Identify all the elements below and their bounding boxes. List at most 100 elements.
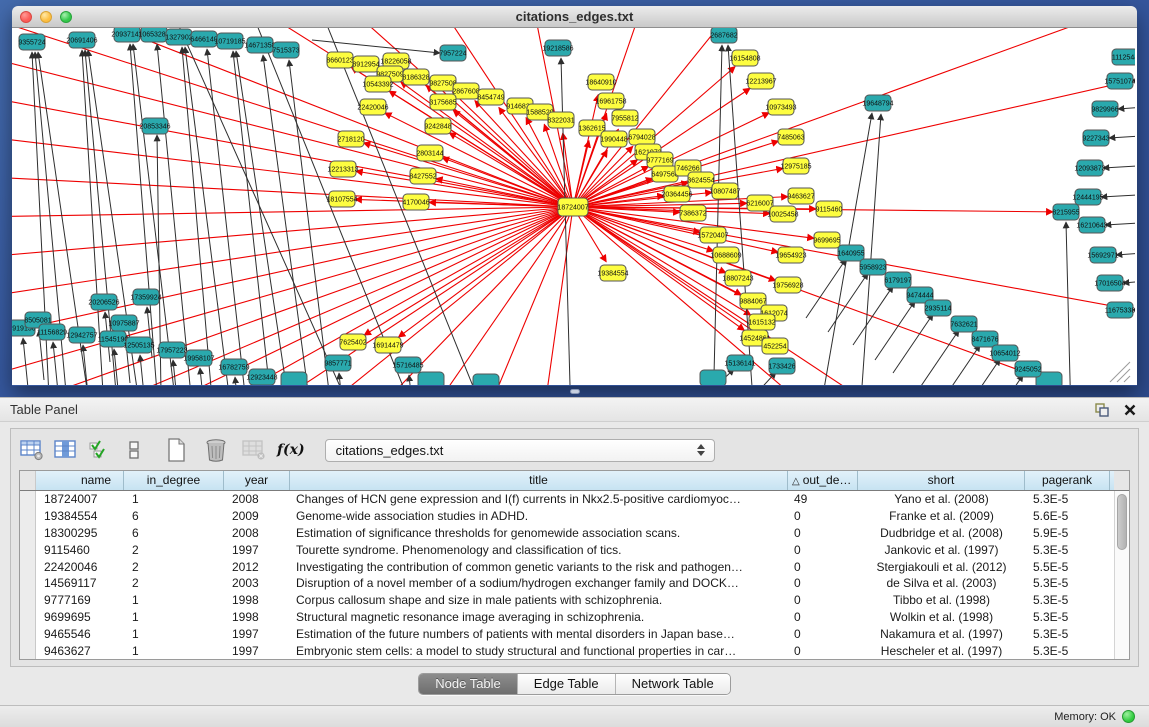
table-row[interactable]: 977716911998Corpus callosum shape and si… [20,592,1129,609]
graph-edge[interactable] [53,342,58,385]
graph-edge[interactable] [23,338,28,385]
delete-rows-icon[interactable] [203,438,229,462]
cell-in-degree: 2 [124,575,224,591]
graph-edge[interactable] [312,40,440,53]
graph-edge[interactable] [207,49,252,385]
graph-edge[interactable] [919,330,959,385]
cell-name: 18724007 [36,491,124,507]
panel-splitter-handle[interactable] [570,389,580,394]
tab-edge-table[interactable]: Edge Table [517,674,615,694]
table-row[interactable]: 1938455462009Genome-wide association stu… [20,508,1129,525]
graph-edge[interactable] [364,207,573,335]
table-row[interactable]: 946362711997Embryonic stem cells: a mode… [20,642,1129,659]
float-window-icon[interactable] [1093,402,1111,418]
graph-edge[interactable] [532,207,573,385]
table-row[interactable]: 911546021997Tourette syndrome. Phenomeno… [20,541,1129,558]
graph-edge[interactable] [235,377,240,385]
column-header-year[interactable]: year [224,471,290,490]
graph-node[interactable] [281,372,307,385]
table-row[interactable]: 946554611997Estimation of the future num… [20,625,1129,642]
column-header-title[interactable]: title [290,471,788,490]
column-header-in-degree[interactable]: in_degree [124,471,224,490]
graph-edge[interactable] [289,60,337,385]
graph-edge[interactable] [12,207,573,308]
graph-node-label: 10543392 [362,82,393,89]
graph-edge[interactable] [1118,105,1135,109]
cell-in-degree: 1 [124,626,224,642]
network-window-titlebar[interactable]: citations_edges.txt [12,6,1137,28]
graph-edge[interactable] [12,207,573,218]
graph-node-label: 20364456 [661,192,692,199]
row-height-icon[interactable] [121,438,147,462]
cell-out-degree: 0 [788,643,858,659]
cell-name: 14569117 [36,575,124,591]
table-row[interactable]: 1830029562008Estimation of significance … [20,525,1129,542]
graph-edge[interactable] [573,58,1135,207]
table-row[interactable]: 2242004622012Investigating the contribut… [20,558,1129,575]
table-row[interactable]: 1872400712008Changes of HCN gene express… [20,491,1129,508]
graph-edge[interactable] [173,360,178,385]
table-toolbar: f(x) citations_edges.txt [19,434,1130,466]
table-settings-icon[interactable] [19,438,45,462]
tab-network-table[interactable]: Network Table [615,674,730,694]
cell-name: 9777169 [36,592,124,608]
function-builder-icon[interactable]: f(x) [277,442,305,458]
graph-edge[interactable] [1109,134,1135,138]
network-canvas[interactable]: 1872400793557242069140620937141106532871… [12,28,1137,385]
graph-node-label: 22420046 [357,105,388,112]
graph-edge[interactable] [182,47,217,385]
graph-node-label: 2935114 [925,306,952,313]
graph-edge[interactable] [806,259,846,318]
graph-edge[interactable] [1105,221,1135,225]
table-row[interactable]: 1456911722003Disruption of a novel membe… [20,575,1129,592]
graph-edge[interactable] [1103,164,1135,168]
graph-node-label: 7485063 [777,135,804,142]
row-gutter [20,541,36,558]
scrollbar-thumb[interactable] [1117,494,1127,550]
graph-edge[interactable] [1101,193,1135,197]
graph-node-label: 10807487 [709,189,740,196]
cell-out-degree: 0 [788,542,858,558]
column-header-name[interactable]: name [36,471,124,490]
graph-edge[interactable] [233,51,277,385]
new-file-icon[interactable] [163,438,189,462]
cell-title: Estimation of significance thresholds fo… [290,525,788,541]
graph-node-label: 8471676 [971,337,998,344]
cell-short: Stergiakouli et al. (2012) [858,559,1025,575]
graph-node[interactable] [418,372,444,385]
canvas-resize-grip[interactable] [1110,362,1130,382]
graph-edge[interactable] [200,368,205,385]
vertical-scrollbar[interactable] [1114,491,1129,659]
close-icon[interactable] [1121,402,1139,418]
graph-node[interactable] [700,370,726,385]
graph-edge[interactable] [853,286,893,345]
graph-edge[interactable] [875,301,915,360]
graph-node-label: 7625402 [339,340,366,347]
table-selector-combo[interactable]: citations_edges.txt [325,439,715,462]
graph-node[interactable] [473,374,499,385]
graph-edge[interactable] [1116,251,1135,255]
graph-edge[interactable] [960,359,1000,385]
graph-edge[interactable] [940,345,980,385]
graph-edge[interactable] [339,373,344,385]
graph-node-label: 14671358 [244,43,275,50]
select-rows-icon[interactable] [87,438,113,462]
cell-short: Dudbridge et al. (2008) [858,525,1025,541]
delete-table-icon[interactable] [241,438,267,462]
graph-edge[interactable] [1066,222,1072,385]
graph-node-label: 11156829 [37,330,67,337]
graph-node-label: 12213313 [327,167,358,174]
column-header-short[interactable]: short [858,471,1025,490]
cell-title: Estimation of the future numbers of pati… [290,626,788,642]
graph-edge[interactable] [573,95,598,207]
column-header-pagerank[interactable]: pagerank [1025,471,1110,490]
row-gutter-header [20,471,36,490]
column-header-out-degree[interactable]: △out_de… [788,471,858,490]
graph-node-label: 10719185 [214,39,245,46]
select-column-icon[interactable] [53,438,79,462]
table-row[interactable]: 969969511998Structural magnetic resonanc… [20,609,1129,626]
graph-node-label: 9227343 [1082,136,1109,143]
tab-node-table[interactable]: Node Table [419,674,517,694]
cell-out-degree: 49 [788,491,858,507]
graph-edge[interactable] [893,314,933,373]
